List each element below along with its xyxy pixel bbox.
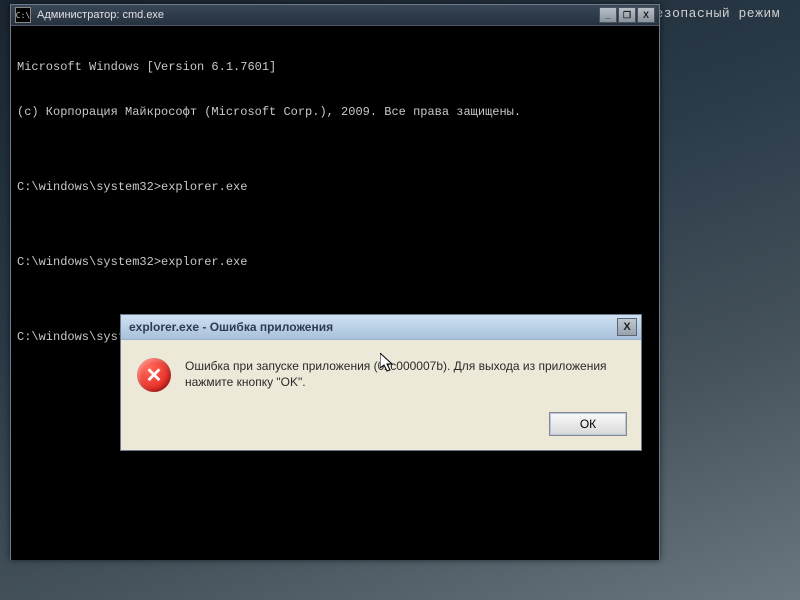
dialog-close-button[interactable]: X bbox=[617, 318, 637, 336]
minimize-button[interactable]: _ bbox=[599, 7, 617, 23]
dialog-message: Ошибка при запуске приложения (0xc000007… bbox=[185, 358, 625, 390]
dialog-titlebar[interactable]: explorer.exe - Ошибка приложения X bbox=[121, 315, 641, 340]
maximize-button[interactable]: ❐ bbox=[618, 7, 636, 23]
cmd-line: Microsoft Windows [Version 6.1.7601] bbox=[17, 60, 653, 75]
ok-button[interactable]: ОК bbox=[549, 412, 627, 436]
mouse-cursor-icon bbox=[380, 353, 396, 375]
cmd-titlebar[interactable]: C:\ Администратор: cmd.exe _ ❐ X bbox=[11, 5, 659, 26]
cmd-title: Администратор: cmd.exe bbox=[37, 9, 599, 21]
cmd-output[interactable]: Microsoft Windows [Version 6.1.7601] (c)… bbox=[11, 26, 659, 560]
cmd-line: (c) Корпорация Майкрософт (Microsoft Cor… bbox=[17, 105, 653, 120]
cmd-line: C:\windows\system32>explorer.exe bbox=[17, 255, 653, 270]
error-dialog: explorer.exe - Ошибка приложения X ✕ Оши… bbox=[120, 314, 642, 451]
close-button[interactable]: X bbox=[637, 7, 655, 23]
dialog-title: explorer.exe - Ошибка приложения bbox=[129, 320, 617, 334]
cmd-line: C:\windows\system32>explorer.exe bbox=[17, 180, 653, 195]
error-icon: ✕ bbox=[137, 358, 171, 392]
cmd-icon: C:\ bbox=[15, 7, 31, 23]
safe-mode-label: Безопасный режим bbox=[647, 6, 780, 21]
cmd-window: C:\ Администратор: cmd.exe _ ❐ X Microso… bbox=[10, 4, 660, 560]
